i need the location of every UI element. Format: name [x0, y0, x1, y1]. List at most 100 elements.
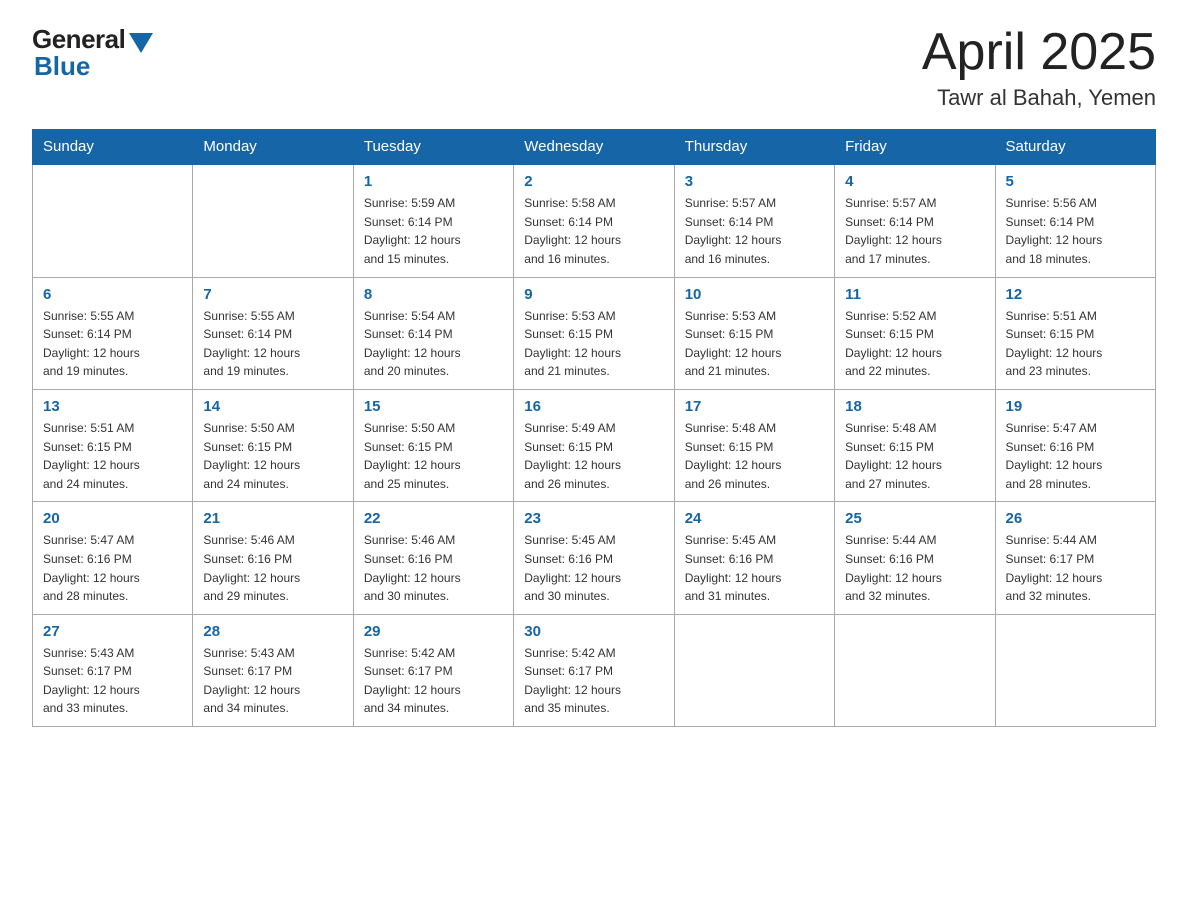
calendar-cell: 25 Sunrise: 5:44 AMSunset: 6:16 PMDayligh… — [835, 502, 995, 614]
day-number: 18 — [845, 398, 984, 415]
logo-blue-text: Blue — [32, 51, 90, 82]
logo: General Blue — [32, 24, 153, 82]
day-number: 2 — [524, 173, 663, 190]
day-info: Sunrise: 5:46 AMSunset: 6:16 PMDaylight:… — [203, 531, 342, 605]
day-number: 19 — [1006, 398, 1145, 415]
title-block: April 2025 Tawr al Bahah, Yemen — [922, 24, 1156, 111]
calendar-cell: 5 Sunrise: 5:56 AMSunset: 6:14 PMDaylight… — [995, 164, 1155, 277]
day-info: Sunrise: 5:42 AMSunset: 6:17 PMDaylight:… — [524, 644, 663, 718]
calendar-header-row: SundayMondayTuesdayWednesdayThursdayFrid… — [33, 130, 1156, 165]
header-cell-tuesday: Tuesday — [353, 130, 513, 165]
calendar-week-row: 27 Sunrise: 5:43 AMSunset: 6:17 PMDayligh… — [33, 614, 1156, 726]
calendar-cell: 19Sunrise: 5:47 AMSunset: 6:16 PMDayligh… — [995, 389, 1155, 501]
header-cell-wednesday: Wednesday — [514, 130, 674, 165]
calendar-cell: 27 Sunrise: 5:43 AMSunset: 6:17 PMDayligh… — [33, 614, 193, 726]
day-info: Sunrise: 5:56 AMSunset: 6:14 PMDaylight:… — [1006, 194, 1145, 268]
logo-triangle-icon — [129, 33, 153, 53]
day-info: Sunrise: 5:55 AMSunset: 6:14 PMDaylight:… — [203, 307, 342, 381]
calendar-cell — [674, 614, 834, 726]
calendar-cell: 7 Sunrise: 5:55 AMSunset: 6:14 PMDaylight… — [193, 277, 353, 389]
calendar-week-row: 1 Sunrise: 5:59 AMSunset: 6:14 PMDaylight… — [33, 164, 1156, 277]
day-number: 28 — [203, 623, 342, 640]
header-cell-saturday: Saturday — [995, 130, 1155, 165]
day-info: Sunrise: 5:43 AMSunset: 6:17 PMDaylight:… — [43, 644, 182, 718]
calendar-cell: 6 Sunrise: 5:55 AMSunset: 6:14 PMDaylight… — [33, 277, 193, 389]
calendar-cell — [995, 614, 1155, 726]
calendar-week-row: 13 Sunrise: 5:51 AMSunset: 6:15 PMDayligh… — [33, 389, 1156, 501]
day-number: 13 — [43, 398, 182, 415]
day-number: 22 — [364, 510, 503, 527]
calendar-table: SundayMondayTuesdayWednesdayThursdayFrid… — [32, 129, 1156, 727]
calendar-cell: 26Sunrise: 5:44 AMSunset: 6:17 PMDayligh… — [995, 502, 1155, 614]
calendar-cell: 30 Sunrise: 5:42 AMSunset: 6:17 PMDayligh… — [514, 614, 674, 726]
day-number: 27 — [43, 623, 182, 640]
calendar-cell: 28 Sunrise: 5:43 AMSunset: 6:17 PMDayligh… — [193, 614, 353, 726]
day-number: 8 — [364, 286, 503, 303]
day-number: 3 — [685, 173, 824, 190]
day-number: 5 — [1006, 173, 1145, 190]
calendar-cell — [193, 164, 353, 277]
day-number: 10 — [685, 286, 824, 303]
day-info: Sunrise: 5:51 AMSunset: 6:15 PMDaylight:… — [43, 419, 182, 493]
day-info: Sunrise: 5:49 AMSunset: 6:15 PMDaylight:… — [524, 419, 663, 493]
calendar-cell: 23Sunrise: 5:45 AMSunset: 6:16 PMDayligh… — [514, 502, 674, 614]
day-info: Sunrise: 5:45 AMSunset: 6:16 PMDaylight:… — [524, 531, 663, 605]
day-info: Sunrise: 5:46 AMSunset: 6:16 PMDaylight:… — [364, 531, 503, 605]
calendar-cell: 13 Sunrise: 5:51 AMSunset: 6:15 PMDayligh… — [33, 389, 193, 501]
calendar-cell: 9 Sunrise: 5:53 AMSunset: 6:15 PMDaylight… — [514, 277, 674, 389]
day-number: 4 — [845, 173, 984, 190]
day-info: Sunrise: 5:44 AMSunset: 6:17 PMDaylight:… — [1006, 531, 1145, 605]
day-info: Sunrise: 5:58 AMSunset: 6:14 PMDaylight:… — [524, 194, 663, 268]
day-number: 24 — [685, 510, 824, 527]
calendar-week-row: 6 Sunrise: 5:55 AMSunset: 6:14 PMDaylight… — [33, 277, 1156, 389]
day-number: 29 — [364, 623, 503, 640]
main-title: April 2025 — [922, 24, 1156, 81]
day-info: Sunrise: 5:53 AMSunset: 6:15 PMDaylight:… — [685, 307, 824, 381]
calendar-cell: 21 Sunrise: 5:46 AMSunset: 6:16 PMDayligh… — [193, 502, 353, 614]
day-info: Sunrise: 5:55 AMSunset: 6:14 PMDaylight:… — [43, 307, 182, 381]
day-info: Sunrise: 5:50 AMSunset: 6:15 PMDaylight:… — [364, 419, 503, 493]
day-number: 7 — [203, 286, 342, 303]
day-info: Sunrise: 5:45 AMSunset: 6:16 PMDaylight:… — [685, 531, 824, 605]
calendar-cell: 10 Sunrise: 5:53 AMSunset: 6:15 PMDayligh… — [674, 277, 834, 389]
day-info: Sunrise: 5:42 AMSunset: 6:17 PMDaylight:… — [364, 644, 503, 718]
day-number: 30 — [524, 623, 663, 640]
day-number: 17 — [685, 398, 824, 415]
day-number: 15 — [364, 398, 503, 415]
day-info: Sunrise: 5:57 AMSunset: 6:14 PMDaylight:… — [685, 194, 824, 268]
calendar-cell: 3 Sunrise: 5:57 AMSunset: 6:14 PMDaylight… — [674, 164, 834, 277]
day-number: 16 — [524, 398, 663, 415]
calendar-body: 1 Sunrise: 5:59 AMSunset: 6:14 PMDaylight… — [33, 164, 1156, 726]
calendar-cell: 11Sunrise: 5:52 AMSunset: 6:15 PMDayligh… — [835, 277, 995, 389]
day-info: Sunrise: 5:44 AMSunset: 6:16 PMDaylight:… — [845, 531, 984, 605]
day-info: Sunrise: 5:43 AMSunset: 6:17 PMDaylight:… — [203, 644, 342, 718]
calendar-cell: 15 Sunrise: 5:50 AMSunset: 6:15 PMDayligh… — [353, 389, 513, 501]
calendar-cell: 17 Sunrise: 5:48 AMSunset: 6:15 PMDayligh… — [674, 389, 834, 501]
calendar-cell: 24 Sunrise: 5:45 AMSunset: 6:16 PMDayligh… — [674, 502, 834, 614]
day-number: 25 — [845, 510, 984, 527]
day-info: Sunrise: 5:48 AMSunset: 6:15 PMDaylight:… — [685, 419, 824, 493]
day-number: 21 — [203, 510, 342, 527]
day-info: Sunrise: 5:53 AMSunset: 6:15 PMDaylight:… — [524, 307, 663, 381]
day-info: Sunrise: 5:57 AMSunset: 6:14 PMDaylight:… — [845, 194, 984, 268]
day-number: 20 — [43, 510, 182, 527]
calendar-cell: 16 Sunrise: 5:49 AMSunset: 6:15 PMDayligh… — [514, 389, 674, 501]
day-info: Sunrise: 5:59 AMSunset: 6:14 PMDaylight:… — [364, 194, 503, 268]
calendar-cell: 2 Sunrise: 5:58 AMSunset: 6:14 PMDaylight… — [514, 164, 674, 277]
header-cell-monday: Monday — [193, 130, 353, 165]
day-number: 6 — [43, 286, 182, 303]
calendar-cell: 1 Sunrise: 5:59 AMSunset: 6:14 PMDaylight… — [353, 164, 513, 277]
calendar-cell — [33, 164, 193, 277]
day-number: 9 — [524, 286, 663, 303]
day-info: Sunrise: 5:54 AMSunset: 6:14 PMDaylight:… — [364, 307, 503, 381]
calendar-week-row: 20 Sunrise: 5:47 AMSunset: 6:16 PMDayligh… — [33, 502, 1156, 614]
header-cell-thursday: Thursday — [674, 130, 834, 165]
calendar-cell: 18Sunrise: 5:48 AMSunset: 6:15 PMDayligh… — [835, 389, 995, 501]
day-info: Sunrise: 5:47 AMSunset: 6:16 PMDaylight:… — [43, 531, 182, 605]
day-number: 1 — [364, 173, 503, 190]
day-number: 12 — [1006, 286, 1145, 303]
calendar-cell: 8 Sunrise: 5:54 AMSunset: 6:14 PMDaylight… — [353, 277, 513, 389]
header-cell-sunday: Sunday — [33, 130, 193, 165]
calendar-cell — [835, 614, 995, 726]
day-info: Sunrise: 5:50 AMSunset: 6:15 PMDaylight:… — [203, 419, 342, 493]
